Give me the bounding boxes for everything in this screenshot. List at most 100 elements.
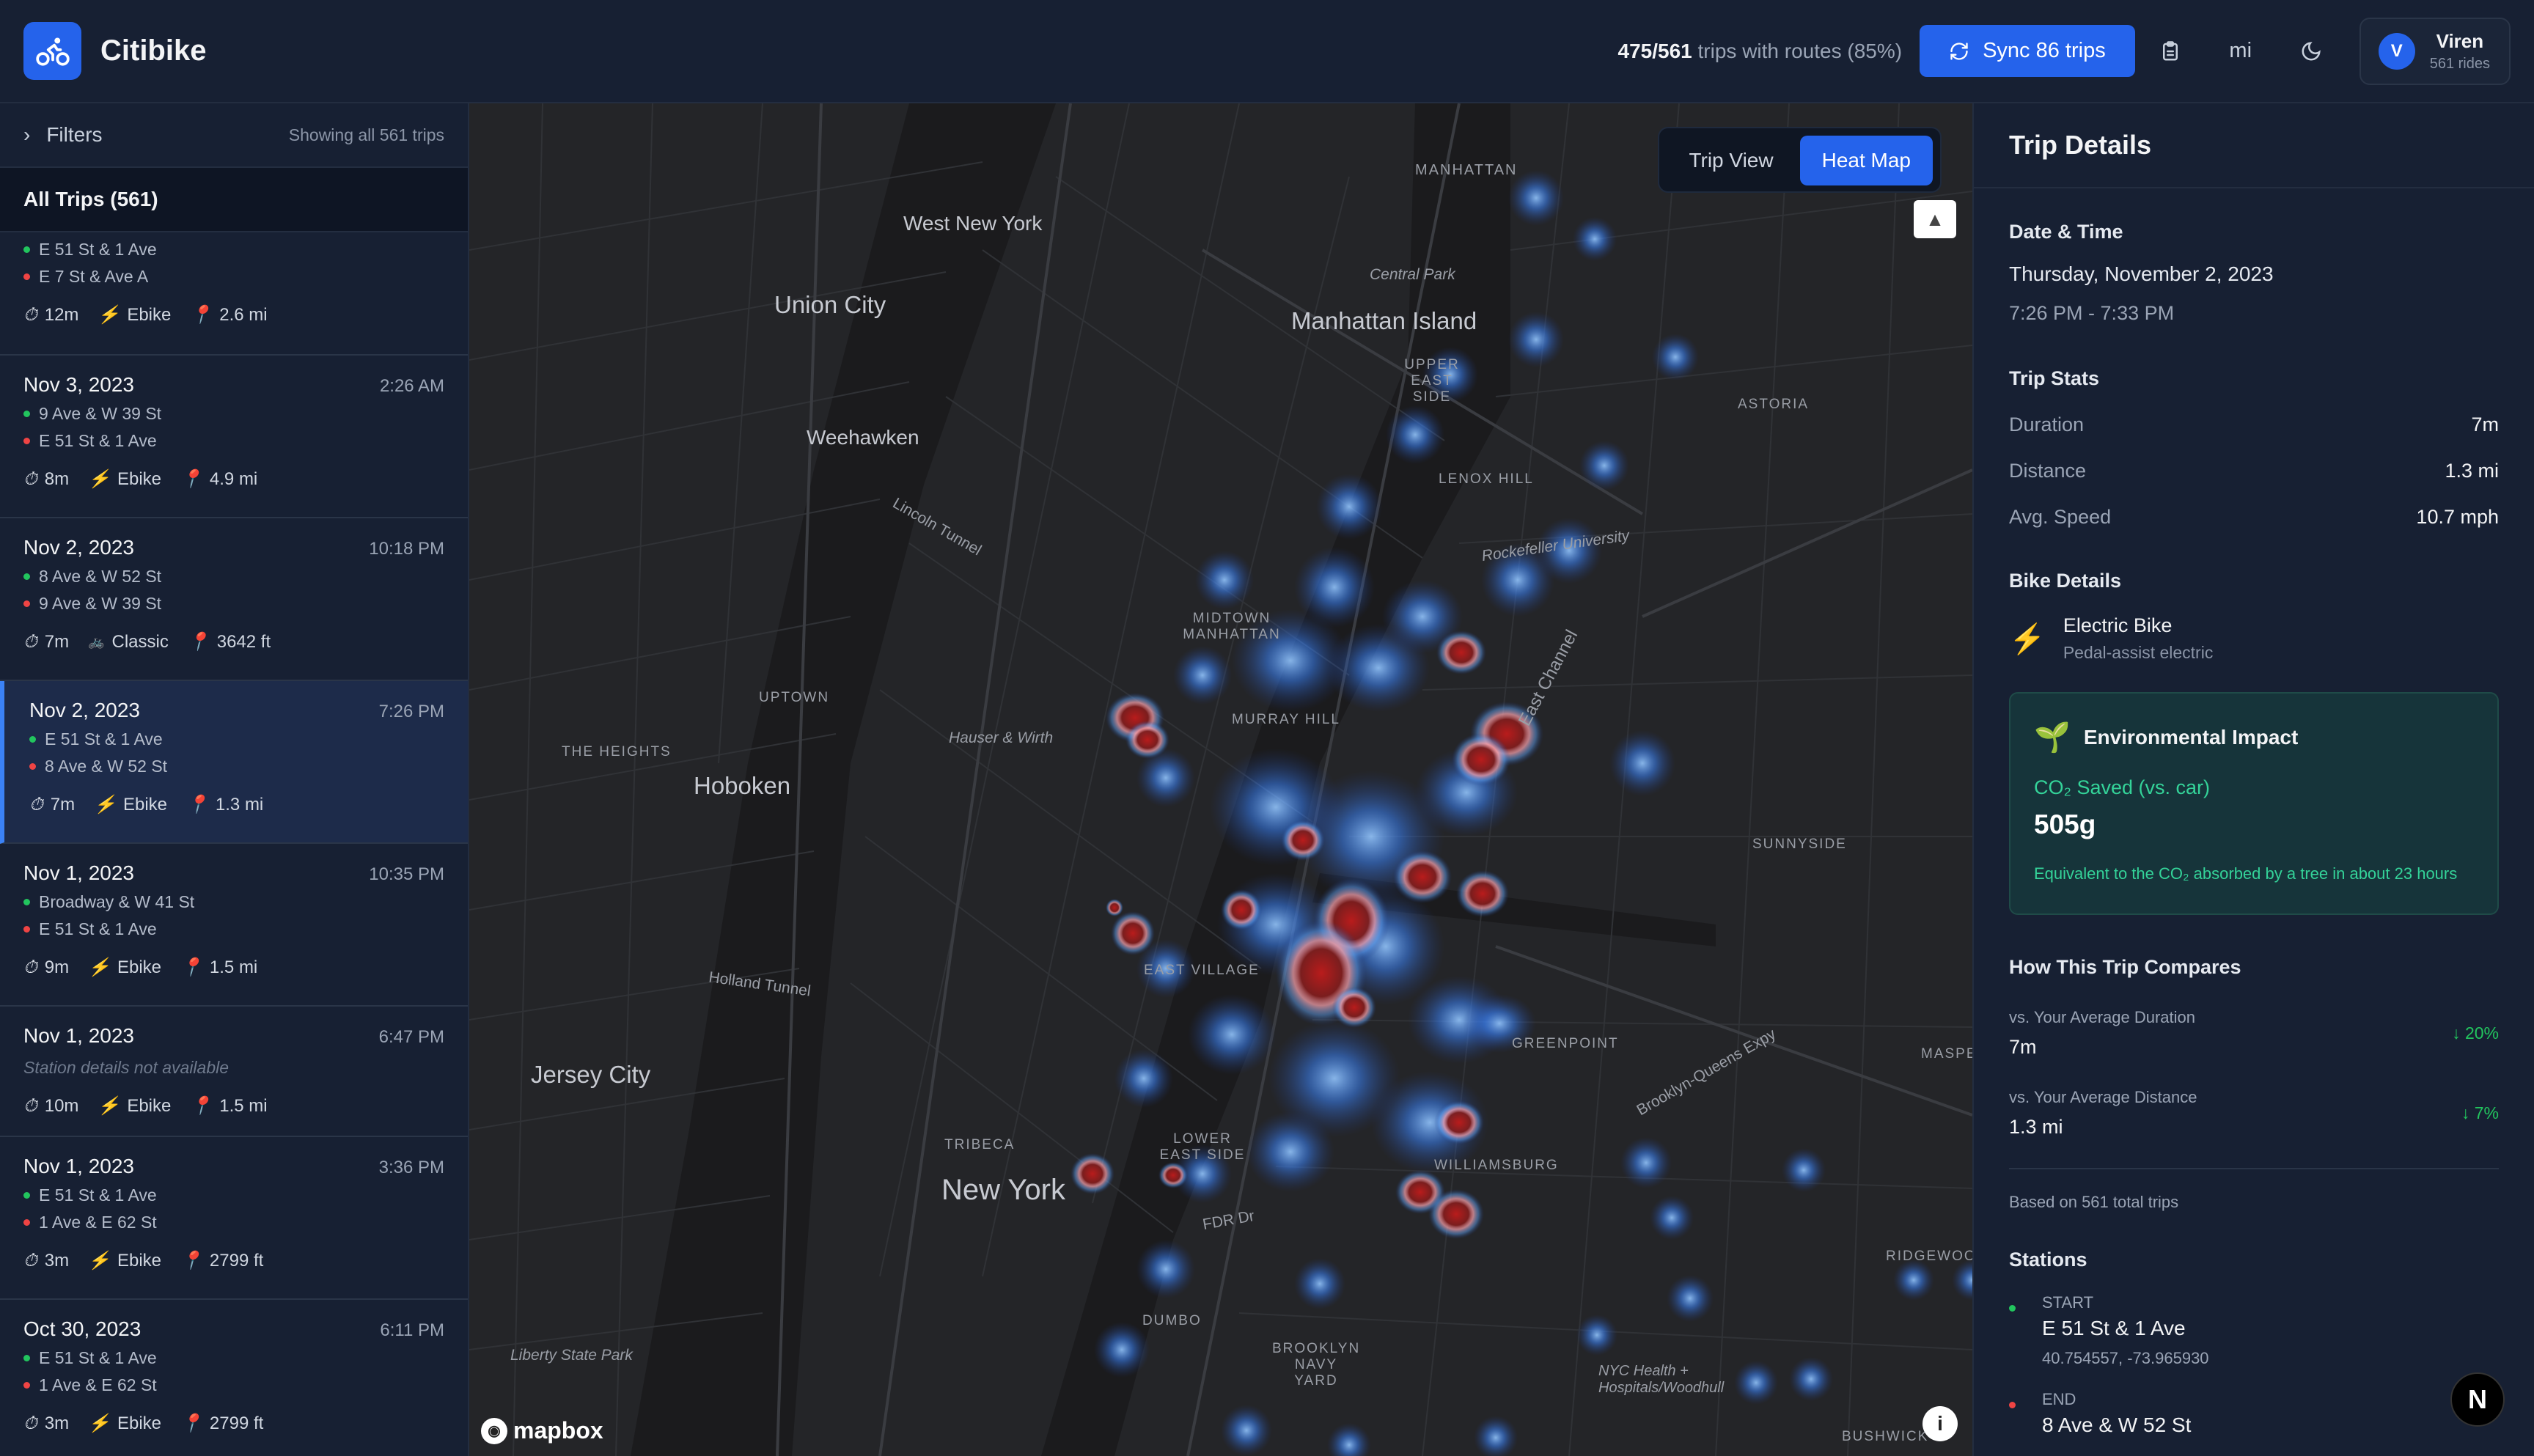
environmental-impact-card: 🌱 Environmental Impact CO₂ Saved (vs. car… <box>2009 692 2499 915</box>
map-label: Central Park <box>1370 266 1455 283</box>
trip-date: Thursday, November 2, 2023 <box>2009 262 2274 285</box>
stopwatch-icon: ⏱ <box>23 1250 37 1271</box>
heat-map[interactable]: Manhattan Island New York Jersey City Ho… <box>469 103 1972 1456</box>
trip-time: 6:47 PM <box>378 1027 444 1047</box>
trip-time: 10:35 PM <box>369 864 444 884</box>
pin-icon: 📍 <box>186 795 208 815</box>
routes-stat: 475/561 trips with routes (85%) <box>1617 39 1903 62</box>
trip-date: Nov 2, 2023 <box>29 699 140 721</box>
next-logo-button[interactable]: N <box>2450 1372 2505 1427</box>
bolt-icon: ⚡ <box>88 957 110 977</box>
tab-trip-view[interactable]: Trip View <box>1667 136 1795 185</box>
start-dot <box>23 899 30 905</box>
trip-date: Nov 3, 2023 <box>23 373 134 396</box>
refresh-icon <box>1950 42 1968 60</box>
bike-type: Ebike <box>117 1250 162 1271</box>
user-rides: 561 rides <box>2429 55 2490 72</box>
start-dot <box>23 411 30 417</box>
map-label: Manhattan Island <box>1291 307 1477 334</box>
info-icon[interactable]: i <box>1922 1406 1958 1441</box>
trip-item[interactable]: Nov 3, 2023 2:26 AM 9 Ave & W 39 St E 51 … <box>0 356 468 518</box>
bike-type: Ebike <box>117 957 162 977</box>
map-label: Liberty State Park <box>510 1347 633 1364</box>
showing-count: Showing all 561 trips <box>288 125 444 144</box>
mapbox-logo: ◉ mapbox <box>481 1417 603 1444</box>
end-station: E 51 St & 1 Ave <box>39 431 157 450</box>
distance: 1.5 mi <box>209 957 258 977</box>
map-label: DUMBO <box>1142 1313 1202 1328</box>
filters-toggle[interactable]: › Filters Showing all 561 trips <box>0 103 468 168</box>
duration: 10m <box>44 1095 79 1116</box>
mapbox-icon: ◉ <box>481 1417 507 1444</box>
bike-type: Ebike <box>122 794 168 815</box>
trip-time: 3:36 PM <box>378 1158 444 1177</box>
start-dot <box>29 736 36 743</box>
end-dot <box>23 600 30 607</box>
divider <box>2009 1168 2499 1169</box>
classic-bike-icon: 🚲 <box>88 634 105 649</box>
arrow-down-icon: ↓ <box>2452 1023 2461 1043</box>
start-station: Broadway & W 41 St <box>39 892 195 911</box>
map-label: THE HEIGHTS <box>562 744 672 760</box>
datetime-heading: Date & Time <box>2009 221 2123 243</box>
pin-icon: 📍 <box>187 632 210 652</box>
trip-date: Oct 30, 2023 <box>23 1317 142 1340</box>
trip-date: Nov 1, 2023 <box>23 861 134 884</box>
map-label: EAST VILLAGE <box>1144 963 1260 978</box>
trip-item-selected[interactable]: Nov 2, 2023 7:26 PM E 51 St & 1 Ave 8 Ave… <box>0 681 468 844</box>
bike-logo-icon <box>23 22 81 80</box>
start-station: 8 Ave & W 52 St <box>39 567 162 586</box>
map-label: RIDGEWOOD <box>1886 1249 1972 1264</box>
all-trips-header: All Trips (561) <box>0 168 468 232</box>
trip-item[interactable]: Nov 2, 2023 10:18 PM 8 Ave & W 52 St 9 Av… <box>0 518 468 681</box>
compare-distance: vs. Your Average Distance 1.3 mi ↓ 7% <box>2009 1088 2499 1138</box>
trip-item[interactable]: Nov 1, 2023 6:47 PM Station details not a… <box>0 1007 468 1137</box>
bike-type: Ebike <box>117 1413 162 1433</box>
map-label: UPTOWN <box>759 690 830 705</box>
trip-item[interactable]: Nov 1, 2023 10:35 PM Broadway & W 41 St E… <box>0 844 468 1007</box>
based-on-note: Based on 561 total trips <box>2009 1193 2179 1211</box>
map-label: ASTORIA <box>1738 397 1810 412</box>
duration: 7m <box>44 631 70 652</box>
map-label: LOWER EAST SIDE <box>1159 1131 1246 1163</box>
pin-icon: 📍 <box>180 469 202 489</box>
map-label: BROOKLYN NAVY YARD <box>1272 1341 1361 1389</box>
end-dot <box>23 926 30 933</box>
trip-item[interactable]: Oct 30, 2023 6:11 PM E 51 St & 1 Ave 1 Av… <box>0 1300 468 1456</box>
duration: 7m <box>50 794 76 815</box>
distance: 2799 ft <box>209 1413 264 1433</box>
map-label: West New York <box>903 212 1043 235</box>
map-label: GREENPOINT <box>1512 1036 1619 1051</box>
sync-trips-button[interactable]: Sync 86 trips <box>1920 25 2135 77</box>
trip-time: 6:11 PM <box>380 1320 444 1340</box>
moon-icon[interactable] <box>2276 25 2346 77</box>
tab-heat-map[interactable]: Heat Map <box>1799 136 1933 185</box>
map-label: Hauser & Wirth <box>949 729 1054 746</box>
duration: 3m <box>44 1413 70 1433</box>
distance: 1.3 mi <box>215 794 264 815</box>
end-station: 1 Ave & E 62 St <box>39 1213 157 1232</box>
distance: 📍 2.6 mi <box>190 304 268 326</box>
pin-icon: 📍 <box>180 1251 202 1271</box>
bike-type: Classic <box>111 631 169 652</box>
start-dot <box>2009 1305 2016 1312</box>
trip-item[interactable]: Nov 1, 2023 3:36 PM E 51 St & 1 Ave 1 Ave… <box>0 1137 468 1300</box>
unit-toggle-button[interactable]: mi <box>2206 25 2276 77</box>
trip-time: 2:26 AM <box>379 376 444 396</box>
clipboard-icon[interactable] <box>2135 25 2206 77</box>
compass-icon[interactable]: ▲ <box>1914 200 1956 238</box>
pin-icon: 📍 <box>190 305 213 325</box>
trip-item[interactable]: E 51 St & 1 Ave E 7 St & Ave A ⏱ 12m ⚡ Ebi… <box>0 232 468 356</box>
bike-type: Ebike <box>127 1095 172 1116</box>
details-title: Trip Details <box>1974 103 2534 188</box>
bolt-icon: ⚡ <box>88 1413 110 1433</box>
map-view-toggle: Trip View Heat Map <box>1658 127 1942 193</box>
map-label: Union City <box>774 291 886 318</box>
station-unavailable-note: Station details not available <box>23 1058 229 1077</box>
avatar: V <box>2378 32 2415 70</box>
user-name: Viren <box>2436 29 2484 52</box>
end-station: E 51 St & 1 Ave <box>39 919 157 938</box>
sprout-icon: 🌱 <box>2034 721 2071 754</box>
user-menu[interactable]: V Viren 561 rides <box>2359 17 2511 85</box>
bolt-icon: ⚡ <box>2009 622 2046 655</box>
